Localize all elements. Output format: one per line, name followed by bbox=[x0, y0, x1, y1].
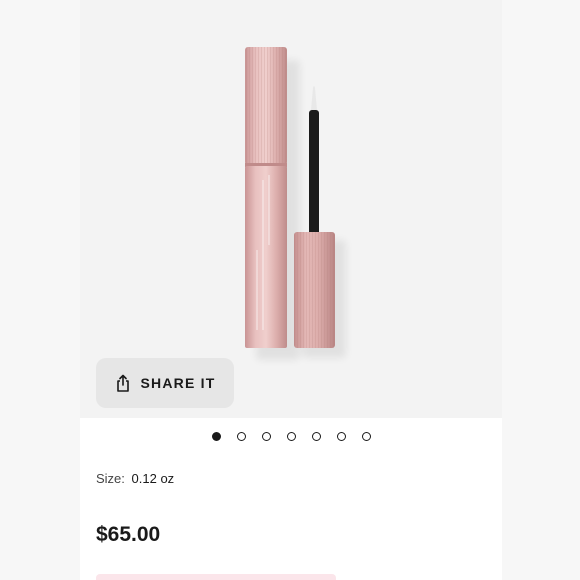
product-page: SHARE IT Size: 0.12 oz $65.00 bbox=[0, 0, 580, 580]
gallery-dot-6[interactable] bbox=[336, 431, 346, 441]
share-icon bbox=[116, 374, 129, 392]
share-button[interactable]: SHARE IT bbox=[96, 358, 234, 408]
size-value: 0.12 oz bbox=[131, 471, 175, 486]
gallery-dot-7[interactable] bbox=[361, 431, 371, 441]
size-label: Size: bbox=[96, 471, 125, 486]
product-detail-panel: SHARE IT Size: 0.12 oz $65.00 bbox=[80, 0, 502, 580]
product-size: Size: 0.12 oz bbox=[96, 471, 174, 486]
gallery-dot-1[interactable] bbox=[211, 431, 221, 441]
gallery-pagination bbox=[80, 429, 502, 443]
product-image-gallery[interactable]: SHARE IT bbox=[80, 0, 502, 418]
gallery-dot-4[interactable] bbox=[286, 431, 296, 441]
gallery-dot-2[interactable] bbox=[236, 431, 246, 441]
share-button-label: SHARE IT bbox=[140, 375, 216, 391]
gallery-dot-3[interactable] bbox=[261, 431, 271, 441]
product-price: $65.00 bbox=[96, 523, 161, 546]
product-image[interactable] bbox=[80, 0, 502, 418]
gallery-dot-5[interactable] bbox=[311, 431, 321, 441]
add-to-bag-button-edge[interactable] bbox=[96, 574, 336, 580]
